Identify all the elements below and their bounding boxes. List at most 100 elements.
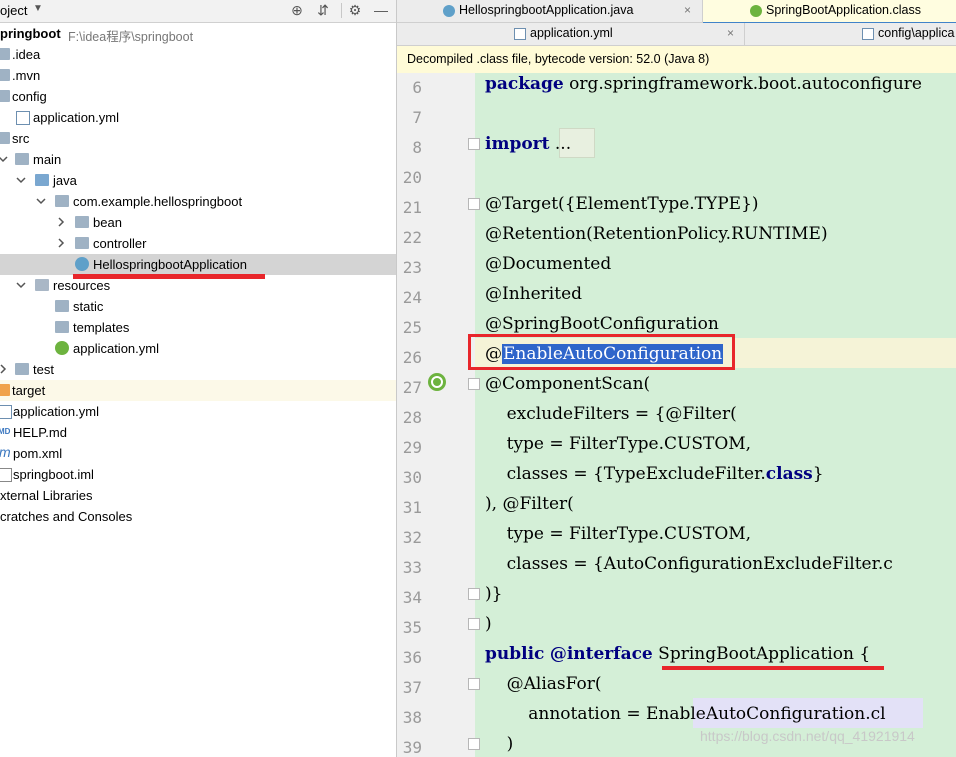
tree-item-label: pom.xml — [13, 446, 63, 461]
tab-config-application[interactable]: config\applica — [745, 23, 956, 45]
line-number: 24 — [402, 288, 422, 307]
red-underline-annotation — [662, 666, 884, 670]
tree-item-scratches[interactable]: cratches and Consoles — [0, 506, 396, 527]
chevron-down-icon[interactable] — [16, 280, 26, 290]
collapse-all-icon[interactable]: ⇵ — [314, 1, 332, 19]
line-number: 6 — [412, 78, 422, 97]
tab-label: config\applica — [878, 26, 955, 40]
line-number: 36 — [402, 648, 422, 667]
module-file-icon — [0, 468, 12, 482]
code-line: ) — [485, 734, 514, 754]
tree-item-hellospringboot-application[interactable]: HellospringbootApplication — [0, 254, 396, 275]
line-number: 30 — [402, 468, 422, 487]
line-number: 31 — [402, 498, 422, 517]
tree-item-springboot-iml[interactable]: springboot.iml — [0, 464, 396, 485]
tree-item-config[interactable]: config — [0, 86, 396, 107]
line-number: 23 — [402, 258, 422, 277]
tree-item-label: test — [33, 362, 54, 377]
tree-item-resources[interactable]: resources — [0, 275, 396, 296]
locate-target-icon[interactable]: ⊕ — [288, 1, 306, 19]
tree-item-main[interactable]: main — [0, 149, 396, 170]
yml-file-icon — [862, 28, 874, 40]
banner-text: Decompiled .class file, bytecode version… — [407, 52, 710, 66]
tree-item-help-md[interactable]: MD HELP.md — [0, 422, 396, 443]
close-icon[interactable]: × — [727, 23, 734, 44]
tree-item-java[interactable]: java — [0, 170, 396, 191]
tree-item-controller[interactable]: controller — [0, 233, 396, 254]
line-number: 28 — [402, 408, 422, 427]
tree-root-springboot[interactable]: pringboot F:\idea程序\springboot — [0, 23, 396, 44]
code-line: classes = {TypeExcludeFilter.class} — [485, 464, 824, 484]
fold-marker[interactable] — [468, 618, 480, 630]
code-line: @Target({ElementType.TYPE}) — [485, 194, 759, 214]
class-file-icon — [750, 5, 762, 17]
code-line: public @interface SpringBootApplication … — [485, 644, 871, 664]
gear-icon[interactable]: ⚙ — [346, 1, 364, 19]
view-selector-dropdown[interactable]: ▼ — [33, 3, 43, 14]
tree-item-label: src — [12, 131, 30, 146]
chevron-right-icon[interactable] — [56, 238, 66, 248]
code-line: type = FilterType.CUSTOM, — [485, 434, 752, 454]
chevron-down-icon[interactable] — [0, 154, 8, 164]
tree-item-test[interactable]: test — [0, 359, 396, 380]
tree-item-resources-application-yml[interactable]: application.yml — [0, 338, 396, 359]
close-icon[interactable]: × — [684, 0, 691, 21]
tab-springboot-application-class[interactable]: SpringBootApplication.class — [703, 0, 956, 24]
chevron-down-icon[interactable] — [16, 175, 26, 185]
tree-item-config-application-yml[interactable]: application.yml — [0, 107, 396, 128]
folder-icon — [0, 48, 10, 60]
spring-class-icon — [75, 257, 89, 271]
tree-item-external-libraries[interactable]: xternal Libraries — [0, 485, 396, 506]
tab-application-yml[interactable]: application.yml × — [397, 23, 745, 45]
fold-marker[interactable] — [468, 738, 480, 750]
tree-item-root-application-yml[interactable]: application.yml — [0, 401, 396, 422]
tree-item-label: config — [12, 89, 47, 104]
code-line: @AliasFor( — [485, 674, 602, 694]
code-line: type = FilterType.CUSTOM, — [485, 524, 752, 544]
folder-icon — [55, 321, 69, 333]
tree-item-static[interactable]: static — [0, 296, 396, 317]
line-number: 29 — [402, 438, 422, 457]
tree-item-label: cratches and Consoles — [0, 509, 133, 524]
tree-item-label: bean — [93, 215, 122, 230]
excluded-folder-icon — [0, 384, 10, 396]
chevron-down-icon[interactable] — [36, 196, 46, 206]
red-box-annotation — [468, 334, 735, 370]
package-icon — [75, 216, 89, 228]
fold-marker[interactable] — [468, 588, 480, 600]
fold-marker[interactable] — [468, 678, 480, 690]
tree-item-idea[interactable]: .idea — [0, 44, 396, 65]
line-number: 27 — [402, 378, 422, 397]
tree-item-label: application.yml — [73, 341, 159, 356]
chevron-right-icon[interactable] — [56, 217, 66, 227]
yml-file-icon — [514, 28, 526, 40]
tree-item-mvn[interactable]: .mvn — [0, 65, 396, 86]
spring-class-icon — [443, 5, 455, 17]
header-separator — [341, 3, 342, 18]
fold-marker[interactable] — [468, 198, 480, 210]
tree-item-pom-xml[interactable]: m pom.xml — [0, 443, 396, 464]
project-panel-title: oject — [0, 3, 28, 18]
tree-item-package[interactable]: com.example.hellospringboot — [0, 191, 396, 212]
tab-hellospringboot-application-java[interactable]: HellospringbootApplication.java × — [397, 0, 703, 22]
code-line: package org.springframework.boot.autocon… — [485, 74, 922, 94]
chevron-right-icon[interactable] — [0, 364, 8, 374]
root-path: F:\idea程序\springboot — [68, 30, 194, 44]
tree-item-bean[interactable]: bean — [0, 212, 396, 233]
fold-marker[interactable] — [468, 378, 480, 390]
tree-item-src[interactable]: src — [0, 128, 396, 149]
line-number: 34 — [402, 588, 422, 607]
spring-bean-gutter-icon[interactable] — [428, 373, 446, 391]
tree-item-label: HellospringbootApplication — [93, 257, 247, 272]
decompiled-notice-banner: Decompiled .class file, bytecode version… — [397, 46, 956, 74]
fold-marker[interactable] — [468, 138, 480, 150]
line-number: 20 — [402, 168, 422, 187]
tree-item-label: target — [12, 383, 46, 398]
line-number: 21 — [402, 198, 422, 217]
tree-item-target[interactable]: target — [0, 380, 396, 401]
code-line: import ... — [485, 134, 572, 154]
folder-icon — [0, 132, 10, 144]
hide-icon[interactable]: — — [372, 1, 390, 19]
line-number: 35 — [402, 618, 422, 637]
tree-item-templates[interactable]: templates — [0, 317, 396, 338]
